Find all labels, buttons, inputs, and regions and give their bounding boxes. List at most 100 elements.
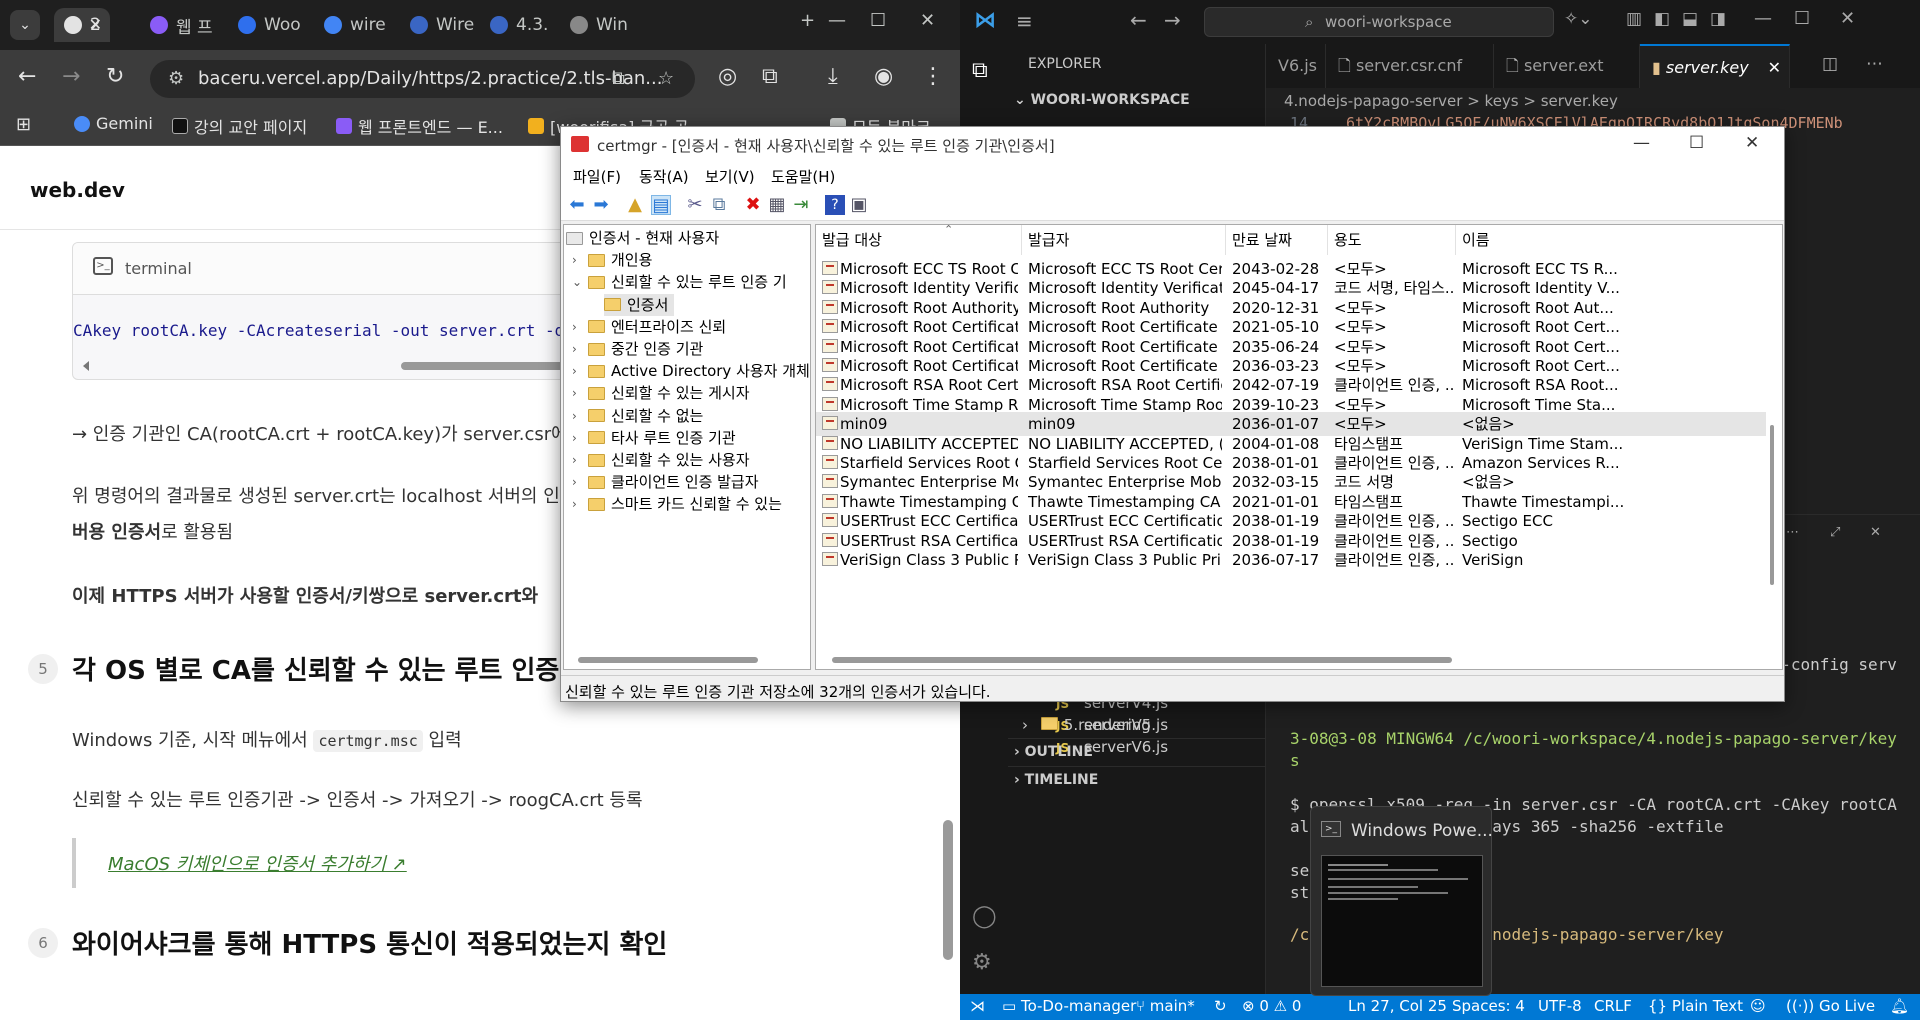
account-icon[interactable]: ◯: [972, 904, 997, 929]
editor-tab-active[interactable]: ▮ server.key ✕: [1640, 44, 1790, 88]
up-folder-icon[interactable]: ▲: [625, 195, 645, 215]
vscode-maximize-button[interactable]: ☐: [1794, 8, 1810, 29]
col-header-name[interactable]: 이름: [1456, 225, 1782, 255]
macos-keychain-link[interactable]: MacOS 키체인으로 인증서 추가하기 ↗: [108, 850, 407, 876]
toggle-panel-icon[interactable]: ⬓: [1682, 9, 1698, 29]
tree-item[interactable]: › 신뢰할 수 없는: [572, 405, 703, 427]
tree-item[interactable]: › 엔터프라이즈 신뢰: [572, 316, 726, 338]
sync-icon[interactable]: ↻: [1214, 997, 1227, 1015]
powershell-thumbnail[interactable]: [1321, 855, 1483, 987]
vscode-close-button[interactable]: ✕: [1840, 8, 1855, 29]
chevron-right-icon[interactable]: ›: [572, 405, 588, 427]
explorer-icon[interactable]: ⧉: [972, 58, 996, 83]
back-button[interactable]: ←: [18, 64, 36, 89]
browser-tab[interactable]: Woo: [228, 8, 312, 42]
menu-action[interactable]: 동작(A): [639, 166, 689, 187]
tree-item[interactable]: › Active Directory 사용자 개체: [572, 360, 810, 382]
command-center-search[interactable]: ⌕ woori-workspace: [1204, 7, 1554, 37]
nav-forward-icon[interactable]: →: [1164, 8, 1181, 32]
help-icon[interactable]: ?: [825, 195, 845, 215]
chevron-right-icon[interactable]: ›: [572, 427, 588, 449]
bookmark-star-icon[interactable]: ☆: [658, 60, 674, 98]
delete-icon[interactable]: ✖: [743, 195, 763, 215]
browser-tab[interactable]: Win: [560, 8, 642, 42]
tree-item[interactable]: 인증서: [604, 293, 675, 316]
menu-file[interactable]: 파일(F): [573, 166, 621, 187]
tree-item[interactable]: 인증서 - 현재 사용자: [566, 227, 719, 249]
browser-tab-active[interactable]: 2 ✕: [54, 8, 110, 42]
chevron-right-icon[interactable]: ›: [572, 382, 588, 404]
timeline-section[interactable]: › TIMELINE: [1008, 766, 1266, 792]
split-editor-icon[interactable]: ◫: [1822, 54, 1838, 74]
col-header-purpose[interactable]: 용도: [1328, 225, 1456, 255]
certmgr-minimize-button[interactable]: —: [1633, 133, 1650, 153]
certificate-row[interactable]: VeriSign Class 3 Public Primary ... VeriS…: [816, 548, 1766, 572]
close-tab-icon[interactable]: ✕: [89, 15, 102, 34]
tree-item[interactable]: › 스마트 카드 신뢰할 수 있는: [572, 493, 782, 515]
breadcrumb[interactable]: 4.nodejs-papago-server > keys > server.k…: [1284, 92, 1618, 110]
remote-icon[interactable]: ⋊: [970, 997, 985, 1015]
browser-tab[interactable]: 4.3.: [480, 8, 558, 42]
site-logo[interactable]: web.dev: [30, 178, 125, 202]
copilot-icon[interactable]: ✧⌄: [1564, 9, 1593, 29]
status-position[interactable]: Ln 27, Col 25: [1348, 997, 1447, 1015]
cut-icon[interactable]: ✂: [685, 195, 705, 215]
editor-tab[interactable]: V6.js: [1266, 44, 1326, 88]
forward-arrow-icon[interactable]: ➡: [591, 195, 611, 215]
chevron-right-icon[interactable]: ›: [572, 471, 588, 493]
tree-item[interactable]: › 타사 루트 인증 기관: [572, 427, 736, 449]
chevron-right-icon[interactable]: ›: [572, 360, 588, 382]
hamburger-menu-icon[interactable]: ≡: [1016, 9, 1033, 33]
browser-tab[interactable]: Wire: [400, 8, 478, 42]
extension-grammarly-icon[interactable]: ◎: [718, 64, 737, 89]
col-header-expiry[interactable]: 만료 날짜: [1226, 225, 1328, 255]
menu-view[interactable]: 보기(V): [705, 166, 755, 187]
show-tree-icon[interactable]: ▤: [651, 195, 671, 216]
status-encoding[interactable]: UTF-8: [1538, 997, 1582, 1015]
folder-item[interactable]: › 5.rendering: [1008, 712, 1266, 738]
chrome-minimize-button[interactable]: —: [828, 10, 846, 31]
address-bar[interactable]: ⚙ baceru.vercel.app/Daily/https/2.practi…: [150, 60, 695, 98]
download-icon[interactable]: ⤓: [828, 64, 838, 89]
new-tab-button[interactable]: +: [800, 10, 815, 31]
layout-icon[interactable]: ▥: [1626, 9, 1642, 29]
site-info-icon[interactable]: ⚙: [168, 60, 184, 98]
tree-item[interactable]: › 신뢰할 수 있는 게시자: [572, 382, 750, 404]
col-header-subject[interactable]: 발급 대상: [816, 225, 1022, 255]
page-scrollbar[interactable]: [943, 820, 953, 960]
status-indent[interactable]: Spaces: 4: [1452, 997, 1525, 1015]
tree-item[interactable]: › 클라이언트 인증 발급자: [572, 471, 759, 493]
tree-item[interactable]: ⌄ 신뢰할 수 있는 루트 인증 기: [572, 271, 787, 293]
toggle-sidebar-icon[interactable]: ◧: [1654, 9, 1670, 29]
nav-back-icon[interactable]: ←: [1130, 8, 1147, 32]
view-icon[interactable]: ▣: [849, 195, 869, 215]
notifications-bell-icon[interactable]: 🔔︎: [1890, 997, 1909, 1015]
col-header-issuer[interactable]: 발급자: [1022, 225, 1226, 255]
browser-tab[interactable]: 웹 프: [140, 8, 224, 42]
toggle-secondary-sidebar-icon[interactable]: ◨: [1710, 9, 1726, 29]
export-icon[interactable]: ⇥: [791, 195, 811, 215]
status-branch[interactable]: ⑂ main*: [1136, 997, 1195, 1015]
more-actions-icon[interactable]: ⋯: [1866, 54, 1883, 74]
workspace-header[interactable]: ⌄ WOORI-WORKSPACE: [1014, 92, 1190, 108]
copilot-status-icon[interactable]: ☺: [1750, 997, 1766, 1015]
chevron-right-icon[interactable]: ›: [572, 338, 588, 360]
bookmark-gemini[interactable]: Gemini: [74, 114, 153, 133]
terminal-more-icon[interactable]: ⋯: [1786, 525, 1799, 540]
apps-grid-icon[interactable]: ⊞: [16, 114, 31, 135]
vscode-minimize-button[interactable]: —: [1754, 8, 1772, 29]
chrome-maximize-button[interactable]: ☐: [870, 10, 886, 31]
close-panel-icon[interactable]: ✕: [1870, 525, 1881, 540]
tree-horizontal-scrollbar[interactable]: [568, 655, 806, 665]
chevron-right-icon[interactable]: ›: [572, 493, 588, 515]
close-tab-icon[interactable]: ✕: [1768, 46, 1781, 90]
editor-tab[interactable]: 🗋 server.csr.cnf: [1326, 44, 1494, 88]
profile-avatar[interactable]: ◉: [874, 64, 893, 89]
chevron-down-icon[interactable]: ⌄: [572, 271, 588, 293]
translate-icon[interactable]: ⧉: [612, 60, 625, 98]
outline-section[interactable]: › OUTLINE: [1008, 738, 1266, 764]
chevron-right-icon[interactable]: ›: [572, 249, 588, 271]
powershell-preview-popup[interactable]: >_ Windows Powe...: [1310, 806, 1493, 996]
menu-kebab-icon[interactable]: ⋮: [922, 64, 944, 89]
back-arrow-icon[interactable]: ⬅: [567, 195, 587, 215]
